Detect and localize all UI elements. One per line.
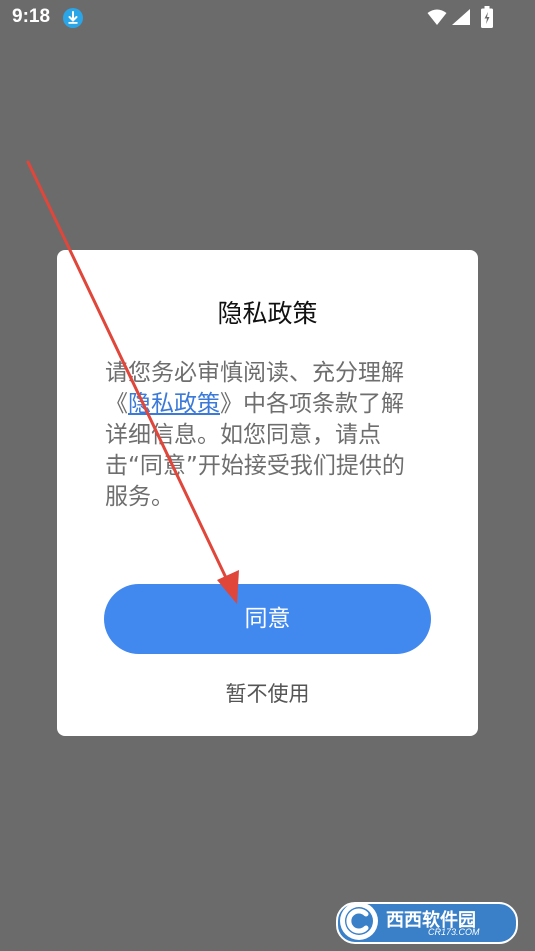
privacy-dialog: 隐私政策 请您务必审慎阅读、充分理解《隐私政策》中各项条款了解详细信息。如您同意…	[57, 250, 478, 736]
wifi-icon	[427, 9, 447, 25]
privacy-policy-link[interactable]: 隐私政策	[128, 391, 220, 417]
dialog-body-text: 请您务必审慎阅读、充分理解《隐私政策》中各项条款了解详细信息。如您同意，请点击“…	[105, 358, 425, 513]
download-icon	[63, 8, 83, 28]
watermark: 西西软件园 CR173.COM	[336, 900, 518, 944]
dialog-title: 隐私政策	[217, 299, 318, 328]
watermark-logo-icon	[340, 902, 378, 940]
watermark-subtext: CR173.COM	[428, 927, 480, 937]
status-time: 9:18	[12, 6, 51, 27]
signal-icon	[452, 9, 470, 25]
status-bar: 9:18	[0, 0, 535, 36]
battery-icon	[481, 6, 493, 28]
decline-button[interactable]: 暂不使用	[57, 678, 478, 708]
agree-button[interactable]: 同意	[104, 584, 431, 654]
